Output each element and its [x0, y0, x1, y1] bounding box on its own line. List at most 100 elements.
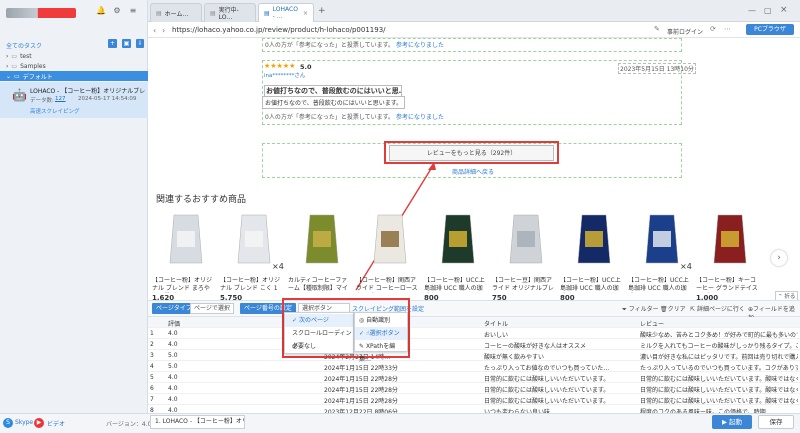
table-header[interactable]: レビュー: [640, 319, 664, 328]
task-title[interactable]: LOHACO - 【コーヒー粉】オリジナルブレ…: [30, 86, 145, 95]
table-row[interactable]: 7 4.0 2024年1月15日 22時28分 日常的に飲むには酸味しいいただいていま…: [148, 394, 800, 405]
filter-icon: ⏷: [622, 306, 627, 313]
clear-button[interactable]: 🗑クリア: [660, 304, 686, 313]
app-logo: [6, 8, 76, 18]
page-select-dropdown[interactable]: ページで選択: [190, 303, 234, 314]
import-button[interactable]: ⇩: [136, 39, 144, 48]
close-icon[interactable]: ×: [303, 10, 308, 17]
tree-item-default[interactable]: ⌄ ▭ デフォルト: [0, 71, 148, 81]
cell-review: 日常的に飲むには酸味しいいただいています。酸味ではなく、苦…: [640, 387, 798, 394]
product-image[interactable]: [366, 213, 414, 264]
edit-icon[interactable]: ✎: [654, 25, 660, 33]
menu-item-auto-detect[interactable]: ◎ 自動識別: [355, 314, 407, 327]
page-icon: ▤: [156, 9, 162, 17]
pagination-menu: ✓ 次のページ スクロールローディング 必要なし: [284, 312, 354, 354]
all-tasks-header[interactable]: 全てのタスク: [6, 41, 42, 50]
window-close-icon[interactable]: ×: [780, 5, 788, 15]
save-button[interactable]: 保存: [758, 415, 794, 429]
product-image[interactable]: [638, 213, 686, 264]
cell-date: 2024年1月15日 22時33分: [324, 365, 398, 372]
tab-lohaco[interactable]: ▤ LOHACO - … ×: [258, 3, 314, 22]
product-name[interactable]: 【コーヒー豆】関西アライド オリジナルブレンド コーヒ…: [492, 277, 554, 293]
product-name[interactable]: カルディコーヒーファーム【種取制限】マイルドカ…: [288, 277, 350, 293]
menu-item-scroll-loading[interactable]: スクロールローディング: [285, 327, 353, 350]
vote-text: 0人の方が「参考になった」と投票しています。: [265, 114, 395, 121]
menu-item-select-button[interactable]: ✓ ☝選択ボタン: [355, 327, 407, 340]
back-to-detail-link[interactable]: 商品詳細へ戻る: [452, 167, 494, 176]
task-data-count[interactable]: 127: [55, 96, 66, 102]
review-body: お値打ちなので、普段飲むのにはいいと思います。: [262, 96, 406, 109]
product-image[interactable]: [298, 213, 346, 264]
product-image[interactable]: [706, 213, 754, 264]
robot-icon: 🤖: [12, 88, 27, 102]
cell-review: 濃い目が好きな私にはピッタリです。前回は売り切れで購入で…: [640, 354, 798, 361]
forward-icon[interactable]: ›: [162, 26, 165, 35]
product-name[interactable]: 【コーヒー粉】オリジナル ブレンド こく 1セット（…: [220, 277, 282, 293]
cell-review: 酸味少なめ、苦みとコク多め！が好みで町的に最も多いので最後…: [640, 332, 798, 339]
product-name[interactable]: 【コーヒー粉】関西アライド コーヒーロースターズ…: [356, 277, 418, 293]
settings-icon[interactable]: ⚙: [112, 6, 122, 16]
maximize-icon[interactable]: ▢: [764, 6, 772, 15]
menu-item-none[interactable]: 必要なし: [285, 340, 353, 353]
helpful-link[interactable]: 参考になりました: [396, 40, 444, 49]
link-icon: ⇱: [690, 306, 696, 313]
bell-icon[interactable]: 🔔: [96, 6, 106, 16]
product-name[interactable]: 【コーヒー粉】オリジナル ブレンド まろやか 1袋（…: [152, 277, 214, 293]
tree-item-test[interactable]: › ▭ test: [6, 51, 146, 61]
back-icon[interactable]: ‹: [153, 26, 156, 35]
task-tab[interactable]: 1. LOHACO - 【コーヒー粉】オリ…: [150, 415, 245, 429]
table-header[interactable]: タイトル: [484, 319, 508, 328]
product-name[interactable]: 【コーヒー粉】UCC上島珈琲 UCC 職人の珈琲 深…: [424, 277, 486, 293]
product-image[interactable]: [230, 213, 278, 264]
menu-item-edit-xpath[interactable]: ✎ XPathを編集…: [355, 340, 407, 363]
table-header[interactable]: 評価: [168, 319, 180, 328]
product-image[interactable]: [434, 213, 482, 264]
cell-title: おいしい: [484, 332, 509, 339]
table-row[interactable]: 6 4.0 2024年1月15日 22時28分 日常的に飲むには酸味しいいただいていま…: [148, 383, 800, 394]
product-name[interactable]: 【コーヒー粉】UCC上島珈琲 UCC 職人の珈琲 …: [628, 277, 690, 293]
product-image[interactable]: [502, 213, 550, 264]
menu-icon[interactable]: ≡: [128, 6, 138, 16]
skype-link[interactable]: Skype: [15, 419, 33, 426]
refresh-icon[interactable]: ⟳: [710, 25, 716, 33]
tab-label: 実行中-LO…: [218, 7, 239, 21]
pre-login-button[interactable]: 事前ログイン: [667, 27, 703, 36]
recommend-title: 関連するおすすめ商品: [156, 195, 247, 205]
filter-button[interactable]: ⏷ フィルター: [622, 304, 659, 314]
url-text[interactable]: https://lohaco.yahoo.co.jp/review/produc…: [172, 26, 386, 34]
table-row[interactable]: 14.0おいしい酸味少なめ、苦みとコク多め！が好みで町的に最も多いので最後…: [148, 328, 800, 339]
table-row[interactable]: 4 5.0 2024年1月15日 22時33分 たっぷり入ってお値なのでいつも買ってい…: [148, 361, 800, 372]
rating-value: 5.0: [300, 63, 312, 71]
detail-page-button[interactable]: ⇱ 詳細ページに行く: [690, 304, 745, 313]
new-task-button[interactable]: +: [108, 39, 117, 48]
product-name[interactable]: 【コーヒー粉】UCC上島珈琲 UCC 職人の珈琲 あ…: [560, 277, 622, 293]
product-image[interactable]: [162, 213, 210, 264]
new-tab-icon[interactable]: +: [318, 6, 326, 16]
carousel-next-icon[interactable]: ›: [771, 250, 787, 266]
row-index: 3: [150, 352, 154, 359]
tree-item-samples[interactable]: › ▭ Samples: [6, 61, 146, 71]
product-name[interactable]: 【コーヒー粉】キーコーヒー グランドテイスト ゴールド…: [696, 277, 758, 293]
helpful-link[interactable]: 参考になりました: [396, 112, 444, 121]
cell-review: ミルクを入れてもコーヒーの酸味がしっかり残るタイプ。これは…: [640, 343, 798, 350]
product-image[interactable]: [570, 213, 618, 264]
minimize-icon[interactable]: —: [748, 6, 756, 15]
reviewer-name[interactable]: ina********さん: [264, 71, 305, 79]
cell-rating: 4.0: [168, 374, 178, 381]
table-row[interactable]: 3 5.0 2024年2月27日 14時… 酸味が無く飲みやすい 濃い目が好きな私にはピ…: [148, 350, 800, 361]
start-button[interactable]: ▶ 起動: [712, 415, 752, 429]
more-icon[interactable]: ⋯: [724, 25, 731, 33]
page-icon: ▤: [264, 9, 270, 17]
table-row[interactable]: 2 4.0 コーヒーの酸味が好きな人はオススメ ミルクを入れてもコーヒーの酸味がしっか…: [148, 339, 800, 350]
chevron-right-icon: ›: [6, 62, 9, 70]
more-reviews-button[interactable]: レビューをもっと見る（292件）: [389, 145, 554, 161]
table-row[interactable]: 5 4.0 2024年1月15日 22時28分 日常的に飲むには酸味しいいただいていま…: [148, 372, 800, 383]
menu-item-next-page[interactable]: ✓ 次のページ: [285, 314, 353, 327]
tab-home[interactable]: ▤ ホーム…: [150, 3, 202, 22]
task-mode: 高速スクレイピング: [30, 109, 80, 115]
new-folder-button[interactable]: ▣: [122, 39, 131, 48]
video-link[interactable]: ビデオ: [47, 419, 65, 428]
tree-item-label: デフォルト: [22, 73, 53, 81]
pc-browser-select[interactable]: PCブラウザ: [746, 24, 794, 35]
tab-running[interactable]: ▤ 実行中-LO…: [204, 3, 256, 22]
